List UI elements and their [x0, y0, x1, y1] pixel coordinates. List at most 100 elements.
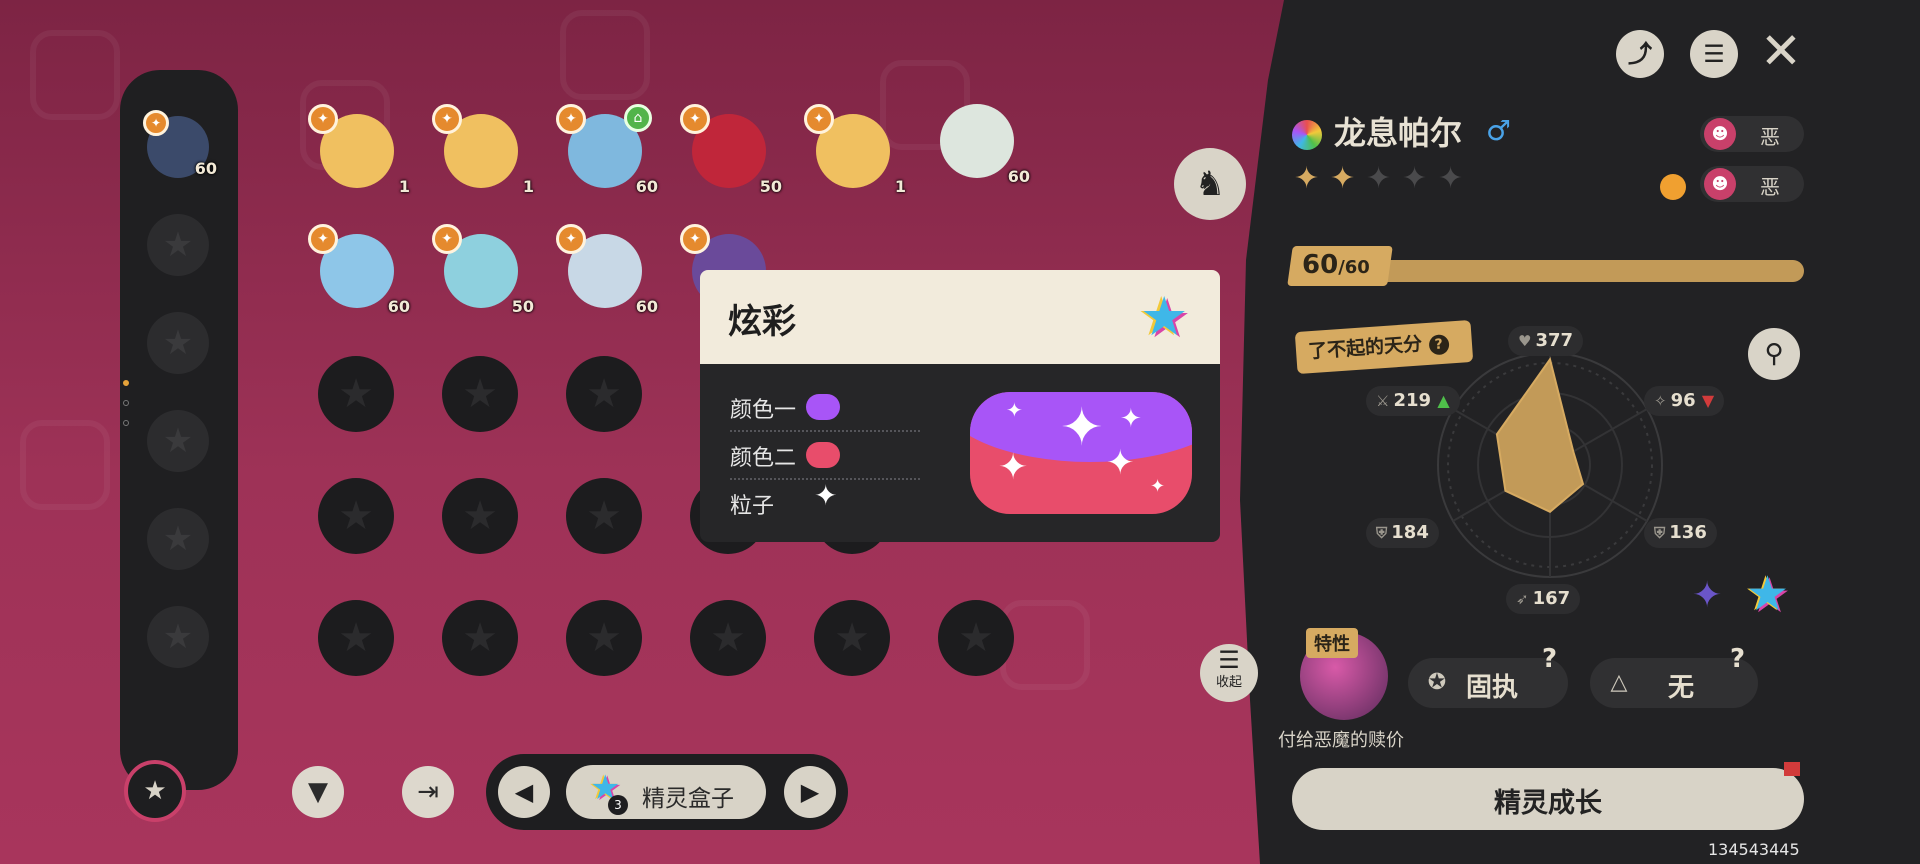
stat-special-defense-value: 136: [1669, 522, 1707, 543]
collapse-icon: ☰: [1218, 646, 1240, 674]
sparkle-icon: ✦: [1120, 404, 1142, 434]
box-creature[interactable]: ✦ 60: [556, 224, 658, 316]
star-icon: ★: [586, 615, 622, 661]
particle-label: 粒子: [730, 494, 775, 519]
boot-icon: ➶: [1516, 590, 1529, 608]
stat-special-attack: ✧ 96 ▼: [1644, 386, 1725, 416]
ability-secondary-label: 无: [1668, 673, 1695, 703]
creature-level: 1: [894, 177, 906, 196]
team-button[interactable]: ★: [124, 760, 186, 822]
sparkle-icon: ✦: [1106, 443, 1135, 483]
empty-box-slot[interactable]: ★: [318, 600, 394, 676]
creature-level: 50: [759, 177, 782, 196]
type-label: 恶: [1760, 125, 1780, 149]
magnifier-icon[interactable]: ⚲: [1748, 328, 1800, 380]
type-pill[interactable]: ☻ 恶: [1700, 166, 1804, 202]
prev-box-button[interactable]: ◀: [498, 766, 550, 818]
shiny-badge-icon: ✦: [804, 104, 834, 134]
star-icon: ★: [338, 615, 374, 661]
shiny-badge-icon: ✦: [432, 104, 462, 134]
empty-box-slot[interactable]: ★: [442, 356, 518, 432]
box-creature[interactable]: ✦ 60: [308, 224, 410, 316]
filter-button[interactable]: ▼: [292, 766, 344, 818]
type-pill[interactable]: ☻ 恶: [1700, 116, 1804, 152]
scroll-indicator: [123, 400, 129, 406]
release-button[interactable]: ⇥: [402, 766, 454, 818]
sparkle-icon: ✦: [1006, 398, 1023, 422]
stat-defense-value: 184: [1391, 522, 1429, 543]
box-creature[interactable]: ✦ 1: [432, 104, 534, 196]
creature-level: 60: [387, 297, 410, 316]
help-icon[interactable]: ?: [1730, 644, 1745, 674]
shiny-badge-icon: ✦: [308, 224, 338, 254]
creature-level: 1: [522, 177, 534, 196]
shiny-star-icon[interactable]: ★: [1746, 570, 1789, 618]
ability-label: 固执: [1466, 673, 1519, 703]
notification-flag-icon: [1784, 762, 1800, 776]
creature-name: 龙息帕尔: [1334, 114, 1463, 152]
gender-icon: ♂: [1486, 114, 1512, 147]
box-creature[interactable]: 60: [932, 96, 1030, 186]
shiny-badge-icon: ✦: [432, 224, 462, 254]
stat-down-icon: ▼: [1701, 391, 1715, 410]
box-creature[interactable]: ✦ 50: [680, 104, 782, 196]
empty-box-slot[interactable]: ★: [318, 356, 394, 432]
star-icon: ★: [162, 519, 194, 559]
box-creature[interactable]: ✦ 1: [804, 104, 906, 196]
sparkle-icon: ✦: [1150, 476, 1166, 497]
sparkle-icon: ✦: [998, 447, 1029, 488]
party-slot[interactable]: ✦ 60: [143, 110, 217, 178]
creature-level: 50: [511, 297, 534, 316]
party-slot-empty[interactable]: ★: [147, 214, 209, 276]
empty-box-slot[interactable]: ★: [442, 600, 518, 676]
star-icon: ★: [162, 323, 194, 363]
creature-level: 1: [398, 177, 410, 196]
home-icon: ⌂: [624, 104, 652, 132]
party-slot-empty[interactable]: ★: [147, 312, 209, 374]
scroll-indicator: [123, 420, 129, 426]
stat-radar: [1437, 352, 1663, 578]
box-selector[interactable]: ★ 3 精灵盒子: [566, 765, 766, 819]
list-icon[interactable]: ☰: [1690, 30, 1738, 78]
shiny-badge-icon: ✦: [556, 224, 586, 254]
empty-box-slot[interactable]: ★: [566, 600, 642, 676]
empty-box-slot[interactable]: ★: [442, 478, 518, 554]
grow-button[interactable]: 精灵成长: [1292, 762, 1804, 830]
star-icon: ★: [462, 615, 498, 661]
star-icon: ★: [958, 615, 994, 661]
creature-level: 60: [635, 177, 658, 196]
next-box-button[interactable]: ▶: [784, 766, 836, 818]
box-creature[interactable]: ✦ 1: [308, 104, 410, 196]
help-icon[interactable]: ?: [1542, 644, 1557, 674]
star-empty-icon: ✦: [1438, 161, 1464, 196]
party-slot-empty[interactable]: ★: [147, 410, 209, 472]
empty-box-slot[interactable]: ★: [690, 600, 766, 676]
box-label: 精灵盒子: [642, 786, 734, 812]
party-slot-empty[interactable]: ★: [147, 606, 209, 668]
share-icon[interactable]: ⤴: [1616, 30, 1664, 78]
empty-box-slot[interactable]: ★: [318, 478, 394, 554]
background-pattern: [30, 30, 120, 120]
player-uid: 134543445: [1708, 840, 1800, 859]
trait-description: 付给恶魔的赎价: [1278, 730, 1404, 751]
empty-box-slot[interactable]: ★: [814, 600, 890, 676]
color1-swatch: [806, 394, 840, 420]
heart-icon: ♥: [1518, 332, 1532, 350]
empty-box-slot[interactable]: ★: [566, 356, 642, 432]
collapse-button[interactable]: ☰ 收起: [1200, 644, 1258, 702]
popup-header: 炫彩 ★: [700, 270, 1220, 364]
box-creature[interactable]: ✦ ⌂ 60: [556, 104, 658, 196]
stat-defense: ⛨ 184: [1366, 518, 1439, 548]
level-text: 60/60: [1302, 250, 1370, 280]
shiny-preview: ✦ ✦ ✦ ✦ ✦ ✦: [970, 392, 1192, 514]
dark-type-icon: ☻: [1704, 118, 1736, 150]
stat-hp-value: 377: [1535, 330, 1574, 351]
shield-icon: ⛨: [1376, 524, 1388, 542]
star-icon: ★: [162, 617, 194, 657]
box-creature[interactable]: ✦ 50: [432, 224, 534, 316]
empty-box-slot[interactable]: ★: [938, 600, 1014, 676]
party-slot-empty[interactable]: ★: [147, 508, 209, 570]
shiny-badge-icon: ✦: [680, 104, 710, 134]
close-icon[interactable]: ✕: [1760, 26, 1802, 76]
empty-box-slot[interactable]: ★: [566, 478, 642, 554]
